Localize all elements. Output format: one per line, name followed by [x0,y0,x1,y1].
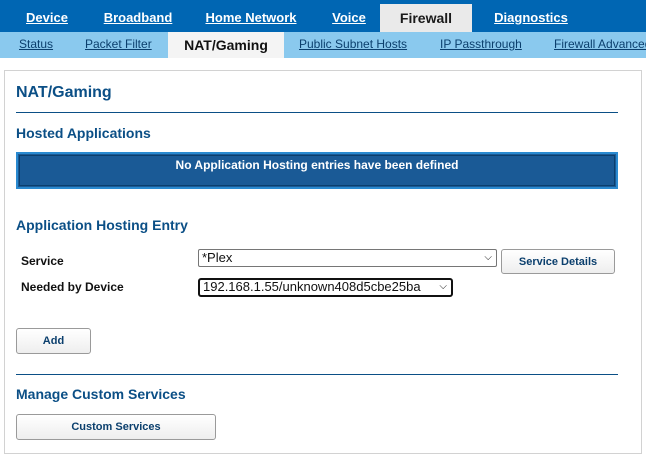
page-title: NAT/Gaming [16,84,112,101]
tab-voice[interactable]: Voice [326,0,372,32]
chevron-down-icon: ⌵ [439,281,447,292]
tab-diagnostics[interactable]: Diagnostics [488,0,574,32]
subtab-nat-gaming[interactable]: NAT/Gaming [168,32,284,58]
chevron-down-icon: ⌵ [484,252,492,263]
service-select-value: *Plex [202,250,233,265]
hosted-applications-heading: Hosted Applications [16,125,151,141]
device-select[interactable]: 192.168.1.55/unknown408d5cbe25ba ⌵ [198,278,453,297]
empty-message: No Application Hosting entries have been… [175,158,459,172]
application-hosting-entry-heading: Application Hosting Entry [16,217,188,233]
manage-custom-services-heading: Manage Custom Services [16,386,186,402]
service-label: Service [21,254,64,268]
tab-broadband[interactable]: Broadband [98,0,178,32]
title-divider [16,112,618,113]
custom-services-button[interactable]: Custom Services [16,414,216,440]
needed-by-device-label: Needed by Device [21,280,124,294]
tab-firewall[interactable]: Firewall [380,4,472,32]
tab-device[interactable]: Device [18,0,76,32]
tab-home-network[interactable]: Home Network [200,0,302,32]
custom-services-divider [16,374,618,375]
service-details-button[interactable]: Service Details [501,249,615,274]
subtab-packet-filter[interactable]: Packet Filter [85,32,152,58]
sub-nav: Status Packet Filter NAT/Gaming Public S… [0,32,646,58]
hosted-applications-empty-banner: No Application Hosting entries have been… [16,152,618,189]
subtab-status[interactable]: Status [19,32,53,58]
add-button[interactable]: Add [16,328,91,354]
service-select[interactable]: *Plex ⌵ [198,249,497,267]
subtab-public-subnet-hosts[interactable]: Public Subnet Hosts [299,32,407,58]
subtab-ip-passthrough[interactable]: IP Passthrough [440,32,522,58]
top-nav: Device Broadband Home Network Voice Fire… [0,0,646,32]
subtab-firewall-advanced[interactable]: Firewall Advanced [554,32,646,58]
device-select-value: 192.168.1.55/unknown408d5cbe25ba [203,279,421,294]
